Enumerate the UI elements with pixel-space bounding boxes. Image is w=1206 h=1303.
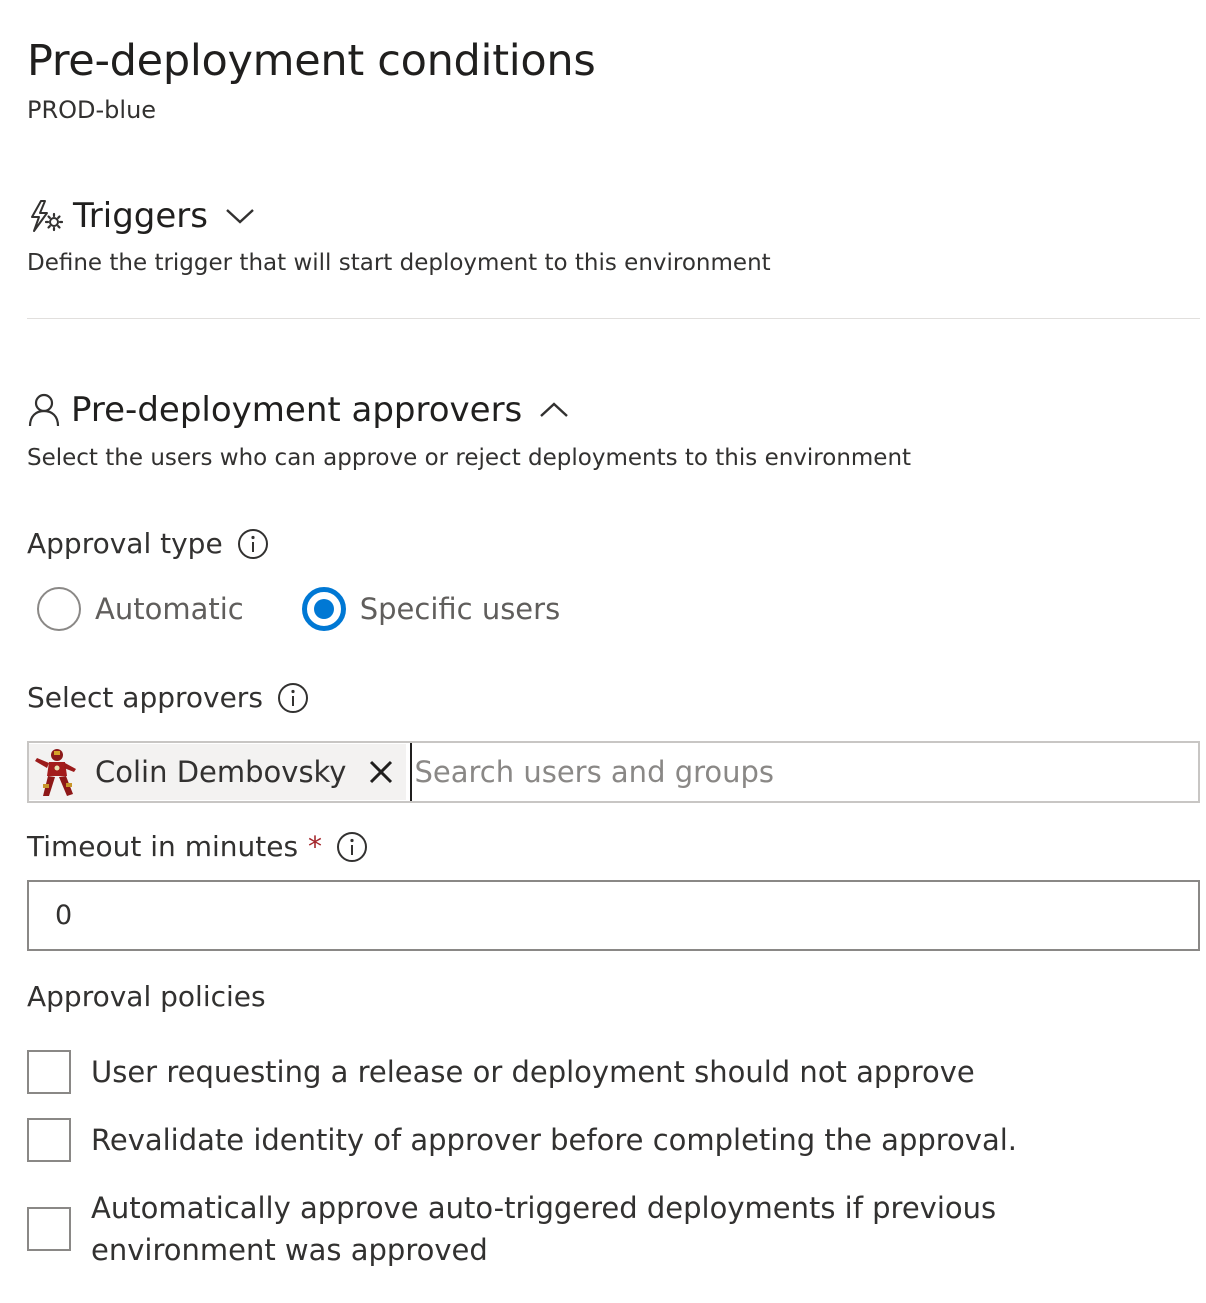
radio-automatic[interactable]: Automatic [37, 587, 244, 631]
select-approvers-label-row: Select approvers [27, 681, 309, 714]
select-approvers-label: Select approvers [27, 681, 263, 714]
chevron-up-icon[interactable] [538, 400, 570, 420]
info-icon[interactable] [237, 528, 269, 560]
timeout-field[interactable] [27, 880, 1200, 951]
info-icon[interactable] [336, 831, 368, 863]
policy-label[interactable]: User requesting a release or deployment … [91, 1051, 975, 1093]
radio-automatic-label[interactable]: Automatic [95, 592, 244, 626]
radio-specific-users-label[interactable]: Specific users [360, 592, 560, 626]
approver-name: Colin Dembovsky [95, 755, 347, 789]
search-users-input[interactable] [410, 743, 1198, 801]
policy-revalidate-identity[interactable]: Revalidate identity of approver before c… [27, 1118, 1017, 1162]
approvers-header[interactable]: Pre-deployment approvers [27, 390, 570, 430]
required-marker: * [308, 830, 323, 863]
approval-type-label: Approval type [27, 527, 223, 560]
lightning-gear-icon [27, 198, 63, 234]
approvers-description: Select the users who can approve or reje… [27, 445, 912, 471]
approval-policies-label: Approval policies [27, 980, 266, 1013]
radio-specific-users-circle[interactable] [301, 587, 346, 631]
radio-automatic-circle[interactable] [37, 587, 81, 631]
approval-type-radio-group: Automatic Specific users [37, 587, 618, 631]
section-divider [27, 318, 1200, 319]
approver-chip[interactable]: Colin Dembovsky [29, 744, 407, 800]
triggers-label: Triggers [73, 196, 208, 236]
policy-checkbox[interactable] [27, 1050, 71, 1094]
timeout-label-row: Timeout in minutes * [27, 830, 368, 863]
chevron-down-icon[interactable] [224, 206, 256, 226]
policy-checkbox[interactable] [27, 1118, 71, 1162]
policy-no-self-approval[interactable]: User requesting a release or deployment … [27, 1050, 975, 1094]
policy-auto-approve[interactable]: Automatically approve auto-triggered dep… [27, 1187, 1167, 1271]
info-icon[interactable] [277, 682, 309, 714]
approvers-picker[interactable]: Colin Dembovsky [27, 741, 1200, 803]
timeout-input[interactable] [29, 882, 1198, 949]
approval-type-label-row: Approval type [27, 527, 269, 560]
person-icon [27, 392, 61, 428]
environment-name: PROD-blue [27, 96, 157, 124]
policy-label[interactable]: Revalidate identity of approver before c… [91, 1119, 1017, 1161]
timeout-label: Timeout in minutes [27, 830, 299, 863]
approvers-label: Pre-deployment approvers [71, 390, 523, 430]
remove-approver-icon[interactable] [368, 759, 394, 785]
avatar [29, 744, 85, 800]
page-title: Pre-deployment conditions [27, 36, 596, 86]
policy-checkbox[interactable] [27, 1207, 71, 1251]
triggers-description: Define the trigger that will start deplo… [27, 250, 771, 276]
radio-specific-users[interactable]: Specific users [301, 587, 560, 631]
policy-label[interactable]: Automatically approve auto-triggered dep… [91, 1187, 1167, 1271]
triggers-header[interactable]: Triggers [27, 196, 256, 236]
